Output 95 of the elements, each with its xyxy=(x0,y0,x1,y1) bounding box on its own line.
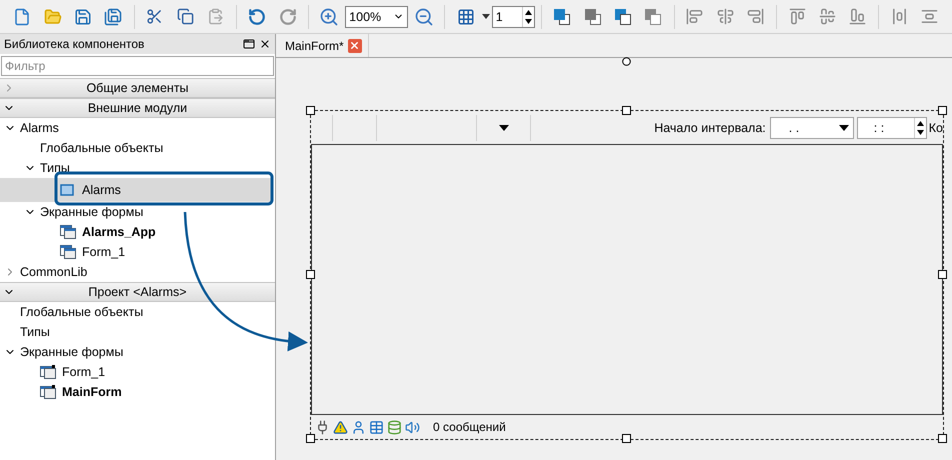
layers-icon xyxy=(584,8,602,26)
spin-arrows-icon xyxy=(524,10,532,24)
speaker-icon xyxy=(405,420,420,434)
tree-item-label: Экранные формы xyxy=(40,205,144,219)
tree-item-label: Глобальные объекты xyxy=(20,305,144,319)
align-center-icon xyxy=(716,8,734,25)
window-icon xyxy=(60,225,76,239)
open-folder-icon xyxy=(44,8,62,26)
tree-item[interactable]: Экранные формы xyxy=(0,202,275,222)
resize-handle[interactable] xyxy=(622,106,631,115)
tree-item[interactable]: Form_1 xyxy=(0,362,275,382)
caret-down-icon xyxy=(498,124,508,130)
plug-icon xyxy=(315,420,330,434)
database-filter-icon xyxy=(387,420,402,434)
resize-handle[interactable] xyxy=(938,270,947,279)
new-file-icon xyxy=(13,8,32,26)
tree-item[interactable]: Alarms xyxy=(0,178,271,202)
section-title: Внешние модули xyxy=(88,101,188,115)
resize-handle[interactable] xyxy=(306,434,315,443)
date-field[interactable]: . . xyxy=(770,116,854,138)
resize-handle[interactable] xyxy=(938,434,947,443)
save-all-icon xyxy=(104,8,122,26)
tab-label: MainForm* xyxy=(285,38,344,52)
caret-down-icon xyxy=(482,14,490,19)
section-header[interactable]: Общие элементы xyxy=(0,78,275,98)
tree-item[interactable]: Типы xyxy=(0,322,275,342)
resize-handle[interactable] xyxy=(306,270,315,279)
tree-item[interactable]: Глобальные объекты xyxy=(0,302,275,322)
zoom-in-icon xyxy=(318,6,339,26)
distribute-vertical-icon xyxy=(921,8,938,25)
tree-item-label: Alarms xyxy=(20,121,59,135)
layers-icon xyxy=(614,8,632,26)
user-icon xyxy=(351,420,366,434)
time-field[interactable]: : : xyxy=(856,116,927,138)
tree-item-label: Глобальные объекты xyxy=(40,141,164,155)
tree-item-label: CommonLib xyxy=(20,265,88,279)
tree-item[interactable]: MainForm xyxy=(0,382,275,402)
tree-item-label: Экранные формы xyxy=(20,345,124,359)
warning-icon xyxy=(333,420,348,434)
tree-item-label: Form_1 xyxy=(62,365,106,379)
align-top-icon xyxy=(788,8,806,25)
window-icon xyxy=(40,365,56,379)
tree-item-label: Alarms_App xyxy=(82,225,156,239)
resize-handle[interactable] xyxy=(938,106,947,115)
layers-icon xyxy=(553,8,572,26)
window-icon xyxy=(60,245,76,259)
message-count: 0 сообщений xyxy=(433,420,506,434)
tree-item-label: Alarms xyxy=(82,183,121,197)
tree-item[interactable]: Экранные формы xyxy=(0,342,275,362)
section-title: Общие элементы xyxy=(86,81,189,95)
panel-title: Библиотека компонентов xyxy=(4,37,144,51)
close-icon xyxy=(259,38,271,50)
close-tab-button[interactable] xyxy=(348,38,362,52)
field-label: Ко xyxy=(928,120,943,134)
tree-item-label: MainForm xyxy=(62,385,122,399)
align-bottom-icon xyxy=(849,8,866,25)
close-icon xyxy=(349,40,360,51)
paste-icon xyxy=(207,8,224,25)
tree-item-label: Типы xyxy=(40,161,70,175)
rotate-handle-icon xyxy=(622,57,631,66)
layers-icon xyxy=(644,8,662,26)
grid-step-spinbox[interactable]: 1 xyxy=(492,6,535,28)
table-filter-icon xyxy=(369,420,384,434)
zoom-select[interactable]: 100% xyxy=(345,6,408,28)
type-icon xyxy=(60,184,74,196)
distribute-horizontal-icon xyxy=(890,8,908,25)
align-left-icon xyxy=(686,8,704,25)
tree-item-label: Form_1 xyxy=(82,245,126,259)
save-icon xyxy=(74,8,92,26)
tree-item[interactable]: Alarms_App xyxy=(0,222,275,242)
zoom-out-icon xyxy=(414,6,434,26)
float-icon xyxy=(243,38,255,50)
grid-icon xyxy=(456,8,475,26)
tree-item[interactable]: CommonLib xyxy=(0,262,275,282)
section-header[interactable]: Проект <Alarms> xyxy=(0,282,275,302)
undo-icon xyxy=(248,8,266,26)
align-middle-icon xyxy=(819,8,836,25)
interval-label: Начало интервала: xyxy=(654,120,766,134)
caret-down-icon xyxy=(838,124,849,130)
section-title: Проект <Alarms> xyxy=(88,285,187,299)
tree-item[interactable]: Типы xyxy=(0,158,275,178)
redo-icon xyxy=(278,8,297,26)
tree-item[interactable]: Глобальные объекты xyxy=(0,138,275,158)
section-header[interactable]: Внешние модули xyxy=(0,98,275,118)
tree-item[interactable]: Form_1 xyxy=(0,242,275,262)
tree-item-label: Типы xyxy=(20,325,50,339)
window-icon xyxy=(40,385,56,399)
cut-icon xyxy=(146,8,164,25)
resize-handle[interactable] xyxy=(306,106,315,115)
filter-field[interactable]: Фильтр xyxy=(1,56,274,76)
tree-item[interactable]: Alarms xyxy=(0,118,275,138)
copy-icon xyxy=(176,8,194,25)
align-right-icon xyxy=(747,8,764,25)
resize-handle[interactable] xyxy=(622,434,631,443)
spin-arrows-icon xyxy=(916,120,924,134)
